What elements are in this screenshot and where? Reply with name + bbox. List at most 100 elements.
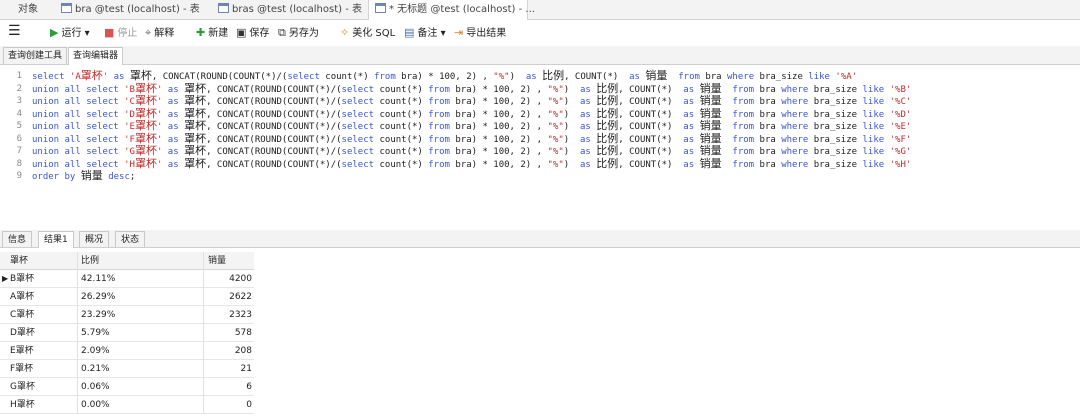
table-row[interactable]: F罩杯 0.21% 21: [0, 360, 254, 378]
cell-cup[interactable]: G罩杯: [0, 378, 78, 396]
table-row[interactable]: D罩杯 5.79% 578: [0, 324, 254, 342]
cell-ratio[interactable]: 0.00%: [78, 396, 204, 414]
tab-status[interactable]: 状态: [115, 231, 146, 247]
col-bra-size: bra_size: [808, 159, 863, 170]
cell-ratio[interactable]: 0.21%: [78, 360, 204, 378]
str-literal: 'A罩杯': [69, 69, 109, 82]
paren-close: ): [509, 72, 521, 82]
hamburger-icon[interactable]: ☰: [8, 23, 21, 39]
str-literal: 'E罩杯': [124, 119, 163, 132]
kw-where: where: [781, 97, 809, 107]
new-button[interactable]: ✚ 新建: [196, 25, 228, 41]
alias-cup: 罩杯: [129, 69, 152, 82]
tab-result1[interactable]: 结果1: [38, 231, 74, 248]
save-button[interactable]: ▣ 保存: [236, 25, 269, 41]
cell-ratio[interactable]: 26.29%: [78, 288, 204, 306]
str-like-pattern: '%B': [889, 84, 912, 95]
tab-overview[interactable]: 概况: [79, 231, 110, 247]
line-number: 9: [16, 171, 22, 181]
save-as-label: 另存为: [288, 28, 319, 39]
str-like-pattern: '%C': [889, 97, 912, 107]
cell-cup[interactable]: D罩杯: [0, 324, 78, 342]
tab-info[interactable]: 信息: [2, 231, 33, 247]
kw-like: like: [862, 159, 885, 170]
cell-cup[interactable]: F罩杯: [0, 360, 78, 378]
tab-query-editor[interactable]: 查询编辑器: [68, 47, 124, 65]
header-ratio[interactable]: 比例: [78, 252, 204, 270]
table-row[interactable]: A罩杯 26.29% 2622: [0, 288, 254, 306]
table-row[interactable]: ▶ B罩杯 42.11% 4200: [0, 270, 254, 288]
kw-as: as: [677, 109, 700, 120]
stop-icon: ■: [104, 26, 115, 39]
kw-from: from: [678, 72, 700, 82]
explain-button[interactable]: ⌖ 解释: [145, 25, 174, 41]
stop-label: 停止: [117, 28, 138, 39]
cell-ratio[interactable]: 5.79%: [78, 324, 204, 342]
cell-sales[interactable]: 208: [204, 342, 254, 360]
cell-sales[interactable]: 4200: [204, 270, 254, 288]
cell-cup[interactable]: B罩杯: [0, 270, 78, 288]
cell-cup[interactable]: E罩杯: [0, 342, 78, 360]
kw-select: select: [86, 97, 125, 107]
kw-as: as: [574, 134, 597, 145]
cell-sales[interactable]: 2622: [204, 288, 254, 306]
kw-select: select: [32, 72, 70, 82]
save-as-button[interactable]: ⧉ 另存为: [278, 25, 319, 41]
line-number: 4: [16, 108, 22, 119]
alias-sales: 销量: [699, 94, 722, 107]
alias-ratio: 比例: [596, 94, 619, 107]
tab-untitled-query[interactable]: * 无标题 @test (localhost) - ...: [368, 0, 535, 20]
kw-select: select: [341, 84, 375, 95]
cell-ratio[interactable]: 42.11%: [78, 270, 204, 288]
table-row[interactable]: H罩杯 0.00% 0: [0, 396, 254, 414]
str-percent: "%": [547, 134, 564, 145]
cell-ratio[interactable]: 2.09%: [78, 342, 204, 360]
kw-union-all: union all: [32, 84, 87, 95]
tab-objects[interactable]: 对象: [12, 0, 44, 19]
comment-button[interactable]: ▤ 备注 ▾: [404, 25, 446, 41]
col-bra-size: bra_size: [808, 84, 863, 95]
window-tab-bar: 对象 bra @test (localhost) - 表 bras @test …: [0, 0, 1080, 20]
alias-sales: 销量: [645, 69, 668, 82]
beautify-sql-button[interactable]: ✧ 美化 SQL: [340, 25, 395, 41]
table-bra: bra: [754, 109, 782, 120]
export-results-button[interactable]: ⇥ 导出结果: [454, 25, 506, 41]
cell-ratio[interactable]: 0.06%: [78, 378, 204, 396]
cup-letter: G: [900, 147, 906, 157]
sql-editor[interactable]: 1 select 'A罩杯' as 罩杯, CONCAT(ROUND(COUNT(…: [0, 66, 1080, 231]
tab-query-builder[interactable]: 查询创建工具: [3, 47, 68, 64]
kw-like: like: [862, 134, 885, 145]
cell-sales[interactable]: 0: [204, 396, 254, 414]
cell-cup[interactable]: C罩杯: [0, 306, 78, 324]
run-button[interactable]: ▶ 运行 ▾: [50, 25, 90, 41]
cell-ratio[interactable]: 23.29%: [78, 306, 204, 324]
kw-as: as: [574, 97, 597, 107]
expr-tail: bra) * 100, 2) ,: [449, 84, 548, 95]
fn-concat: , CONCAT(ROUND(COUNT(*)/(: [206, 159, 342, 170]
fn-concat: , CONCAT(ROUND(COUNT(*)/(: [151, 72, 288, 82]
header-sales[interactable]: 销量: [204, 252, 254, 270]
table-row[interactable]: E罩杯 2.09% 208: [0, 342, 254, 360]
expr-tail: bra) * 100, 2) ,: [449, 109, 548, 120]
tab-bra-table-label: bra @test (localhost) - 表: [75, 4, 200, 15]
cell-sales[interactable]: 2323: [204, 306, 254, 324]
line-number: 6: [16, 133, 22, 144]
tab-bras-table[interactable]: bras @test (localhost) - 表: [212, 0, 368, 19]
alias-cup: 罩杯: [184, 131, 207, 145]
cell-cup[interactable]: H罩杯: [0, 396, 78, 414]
cell-cup[interactable]: A罩杯: [0, 288, 78, 306]
stop-button[interactable]: ■ 停止: [104, 25, 137, 41]
table-row[interactable]: G罩杯 0.06% 6: [0, 378, 254, 396]
cell-sales[interactable]: 578: [204, 324, 254, 342]
new-query-icon: ✚: [196, 26, 206, 39]
tab-bra-table[interactable]: bra @test (localhost) - 表: [55, 0, 206, 19]
line-number: 5: [16, 121, 22, 131]
cell-sales[interactable]: 6: [204, 378, 254, 396]
alias-cup: 罩杯: [184, 106, 207, 120]
table-row[interactable]: C罩杯 23.29% 2323: [0, 306, 254, 324]
col-bra-size: bra_size: [808, 147, 863, 157]
cell-sales[interactable]: 21: [204, 360, 254, 378]
header-cup[interactable]: 罩杯: [0, 252, 78, 270]
fn-concat: , CONCAT(ROUND(COUNT(*)/(: [206, 147, 342, 157]
